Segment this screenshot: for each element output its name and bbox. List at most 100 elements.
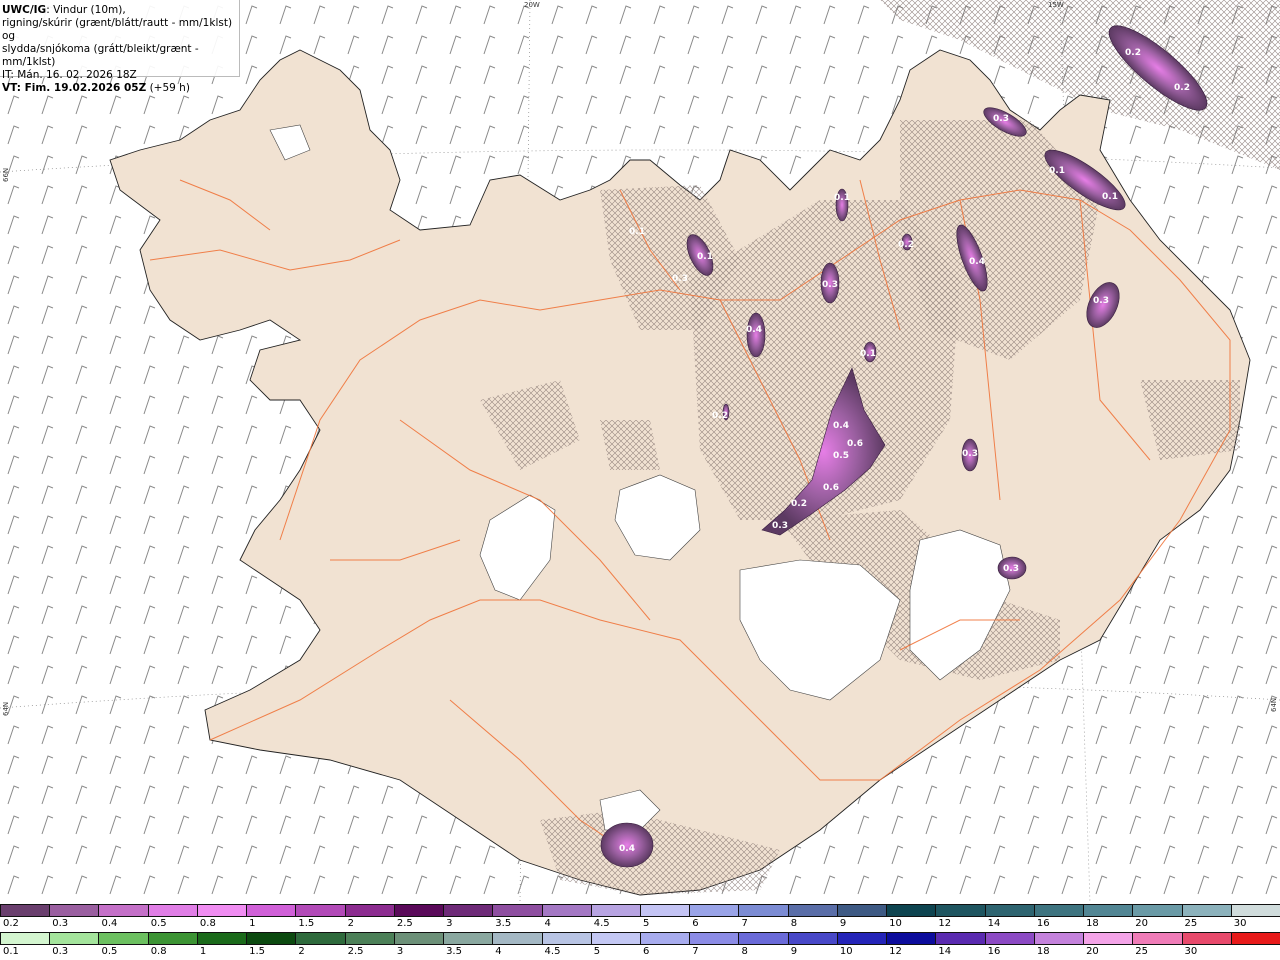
rain-legend-label: 5 [593,946,601,957]
snow-legend-swatch [246,904,297,917]
contour-label: 0.2 [712,411,728,421]
snow-legend-swatch [344,904,395,917]
rain-legend-label: 3.5 [446,946,462,957]
snow-legend-label: 3.5 [495,918,512,929]
snow-legend-label: 0.8 [199,918,216,929]
rain-legend-label: 4.5 [544,946,561,957]
snow-legend-swatch [1132,904,1183,917]
rain-legend-swatch [1033,932,1085,945]
title-line1: : Vindur (10m), [46,4,126,16]
snow-legend-swatch [98,904,149,917]
snow-legend-swatch [689,904,740,917]
rain-legend-label: 1 [199,946,207,957]
contour-label: 0.3 [1003,564,1019,574]
rain-legend-swatch [492,932,543,945]
rain-legend-label: 9 [790,946,798,957]
rain-legend-label: 0.3 [52,946,69,957]
rain-legend-swatch [984,932,1035,945]
rain-legend-swatch [836,932,888,945]
rain-legend-label: 1.5 [249,946,266,957]
title-valid-time: VT: Fim. 19.02.2026 05Z [2,82,147,94]
rain-legend-swatch [443,932,494,945]
snow-legend-label: 16 [1036,918,1050,929]
rain-legend-label: 8 [741,946,748,957]
snow-legend-label: 20 [1135,918,1149,929]
contour-label: 0.1 [697,252,713,262]
snow-legend-label: 1.5 [298,918,315,929]
snow-legend-label: 0.2 [3,918,19,929]
rain-legend-label: 30 [1184,946,1198,957]
lat-label-66n: 66N [2,167,10,182]
map-title-box: UWC/IG: Vindur (10m), rigning/skúrir (gr… [0,0,240,94]
snow-legend-swatch [1230,904,1280,917]
contour-label: 0.2 [898,240,914,250]
snow-legend-label: 12 [938,918,952,929]
contour-label: 0.1 [860,349,876,359]
rain-legend-label: 16 [987,946,1001,957]
rain-legend-swatch [1230,932,1280,945]
rain-legend-label: 25 [1135,946,1149,957]
snow-legend-label: 7 [741,918,748,929]
rain-legend-swatch [295,932,346,945]
rain-legend-label: 2.5 [347,946,364,957]
rain-legend-label: 0.5 [101,946,118,957]
title-model: UWC/IG [2,4,47,16]
rain-legend-label: 0.8 [150,946,167,957]
snow-legend-swatch [196,904,248,917]
rain-legend-label: 4 [495,946,502,957]
rain-legend-swatch [344,932,395,945]
title-line2: rigning/skúrir (grænt/blátt/rautt - mm/1… [2,17,233,42]
rain-legend-swatch [640,932,691,945]
color-legend: 0.2 0.3 0.4 0.5 0.8 1 1.5 2 2.5 3 3.5 4 4.5 5 6 7 8 9 10 12… [0,903,1280,960]
rain-legend-label: 18 [1036,946,1050,957]
snow-legend-swatch [640,904,691,917]
snow-legend-label: 6 [692,918,699,929]
lon-label-20w: 20W [524,1,540,9]
snow-legend-swatch [541,904,592,917]
contour-label: 0.3 [822,280,838,290]
rain-legend-swatch [393,932,445,945]
contour-label: 0.2 [791,499,807,509]
rain-legend-swatch [98,932,149,945]
snow-legend-label: 9 [839,918,847,929]
contour-label: 0.1 [629,227,645,237]
snow-legend-label: 4.5 [593,918,610,929]
rain-legend-label: 10 [839,946,853,957]
rain-legend-label: 12 [889,946,902,957]
snow-legend-swatch [590,904,641,917]
rain-legend-label: 3 [396,946,404,957]
lat-label-64n-right: 64N [1270,697,1278,712]
snow-legend-swatch [1181,904,1232,917]
lat-label-64n-left: 64N [2,701,10,716]
contour-label: 0.3 [1093,296,1109,306]
rain-legend-swatch [886,932,937,945]
snow-legend-label: 18 [1086,918,1099,929]
contour-label: 0.6 [847,439,863,449]
snow-legend-swatch [49,904,100,917]
snow-legend-label: 10 [889,918,902,929]
snow-legend-swatch [787,904,838,917]
snow-legend-swatch [0,904,51,917]
rain-legend-label: 7 [692,946,699,957]
rain-legend-label: 0.1 [3,946,19,957]
snow-legend-label: 30 [1233,918,1247,929]
contour-label: 0.1 [1049,166,1065,176]
snow-legend-swatch [1083,904,1134,917]
contour-label: 0.5 [833,451,849,461]
snow-legend-label: 0.3 [52,918,69,929]
weather-map: 0.2 0.2 0.3 0.1 0.1 0.1 0.1 0.3 0.1 0.3 … [0,0,1280,903]
rain-legend-swatch [935,932,986,945]
rain-legend-swatch [1083,932,1134,945]
contour-label: 0.2 [1125,48,1141,58]
lon-label-15w: 15W [1048,1,1064,9]
rain-legend-swatch [196,932,248,945]
contour-label: 0.4 [969,257,985,267]
rain-legend-swatch [1132,932,1183,945]
rain-legend-swatch [147,932,198,945]
contour-label: 0.3 [772,521,788,531]
rain-legend-swatch [590,932,641,945]
snow-legend-swatch [147,904,198,917]
snow-legend-label: 14 [987,918,1001,929]
snow-legend-swatch [492,904,543,917]
snow-legend-label: 25 [1184,918,1198,929]
